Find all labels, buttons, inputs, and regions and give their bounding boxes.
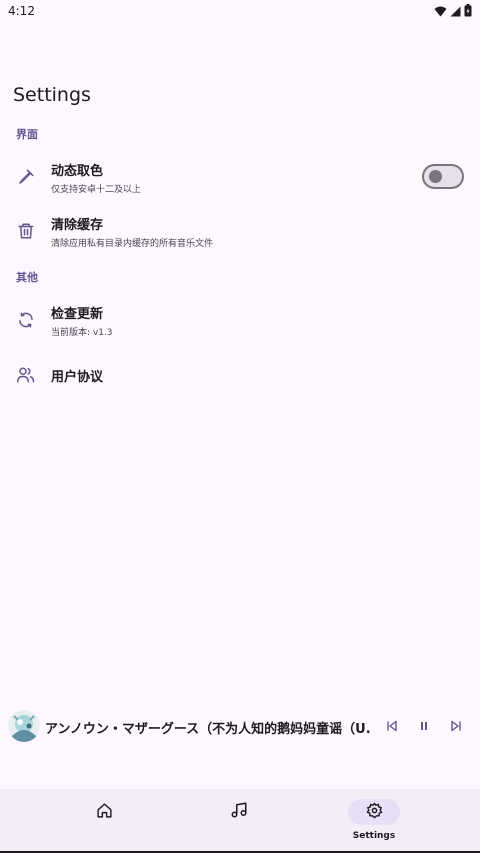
album-art bbox=[8, 710, 40, 742]
gear-icon bbox=[366, 802, 383, 823]
nav-item-home[interactable] bbox=[78, 789, 130, 851]
status-bar: 4:12 bbox=[0, 0, 480, 22]
settings-item-check-update[interactable]: 检查更新 当前版本: v1.3 bbox=[0, 296, 480, 344]
status-time: 4:12 bbox=[8, 4, 35, 18]
settings-item-title: 清除缓存 bbox=[51, 217, 104, 233]
dynamic-color-toggle[interactable] bbox=[422, 164, 464, 189]
home-icon bbox=[96, 802, 113, 823]
status-icons bbox=[434, 2, 472, 21]
settings-item-text: 动态取色 仅支持安卓十二及以上 bbox=[51, 160, 141, 195]
settings-item-title: 用户协议 bbox=[51, 369, 104, 385]
nav-label: Settings bbox=[352, 831, 396, 841]
section-header-interface: 界面 bbox=[16, 128, 38, 141]
settings-item-dynamic-color[interactable]: 动态取色 仅支持安卓十二及以上 bbox=[0, 153, 480, 201]
music-note-icon bbox=[230, 801, 248, 823]
eyedropper-icon bbox=[16, 167, 36, 187]
settings-item-text: 检查更新 当前版本: v1.3 bbox=[51, 303, 113, 338]
skip-previous-icon[interactable] bbox=[384, 718, 400, 734]
section-header-other: 其他 bbox=[16, 271, 38, 284]
bottom-nav: Settings bbox=[0, 789, 480, 851]
settings-item-text: 清除缓存 清除应用私有目录内缓存的所有音乐文件 bbox=[51, 214, 213, 249]
battery-icon bbox=[464, 2, 472, 21]
settings-item-text: 用户协议 bbox=[51, 366, 103, 385]
trash-icon bbox=[16, 221, 36, 241]
settings-item-user-agreement[interactable]: 用户协议 bbox=[0, 351, 480, 399]
nav-item-music[interactable] bbox=[213, 789, 265, 851]
nav-pill bbox=[78, 799, 130, 825]
toggle-knob bbox=[429, 170, 442, 183]
page-title: Settings bbox=[13, 84, 91, 106]
mini-player[interactable]: アンノウン・マザーグース（不为人知的鹅妈妈童谣（U... bbox=[0, 705, 480, 747]
users-icon bbox=[16, 365, 36, 385]
nav-pill bbox=[213, 799, 265, 825]
nav-item-settings[interactable]: Settings bbox=[346, 789, 402, 851]
settings-item-title: 检查更新 bbox=[51, 306, 104, 322]
nav-pill-active bbox=[348, 799, 400, 825]
settings-item-subtitle: 清除应用私有目录内缓存的所有音乐文件 bbox=[51, 238, 214, 249]
settings-item-clear-cache[interactable]: 清除缓存 清除应用私有目录内缓存的所有音乐文件 bbox=[0, 207, 480, 255]
skip-next-icon[interactable] bbox=[448, 718, 464, 734]
signal-icon bbox=[450, 2, 461, 21]
song-title: アンノウン・マザーグース（不为人知的鹅妈妈童谣（U... bbox=[45, 722, 370, 737]
wifi-icon bbox=[434, 2, 447, 21]
pause-icon[interactable] bbox=[416, 718, 432, 734]
settings-item-subtitle: 当前版本: v1.3 bbox=[51, 327, 113, 338]
settings-item-title: 动态取色 bbox=[51, 163, 104, 179]
refresh-icon bbox=[16, 310, 36, 330]
settings-item-subtitle: 仅支持安卓十二及以上 bbox=[51, 184, 142, 195]
